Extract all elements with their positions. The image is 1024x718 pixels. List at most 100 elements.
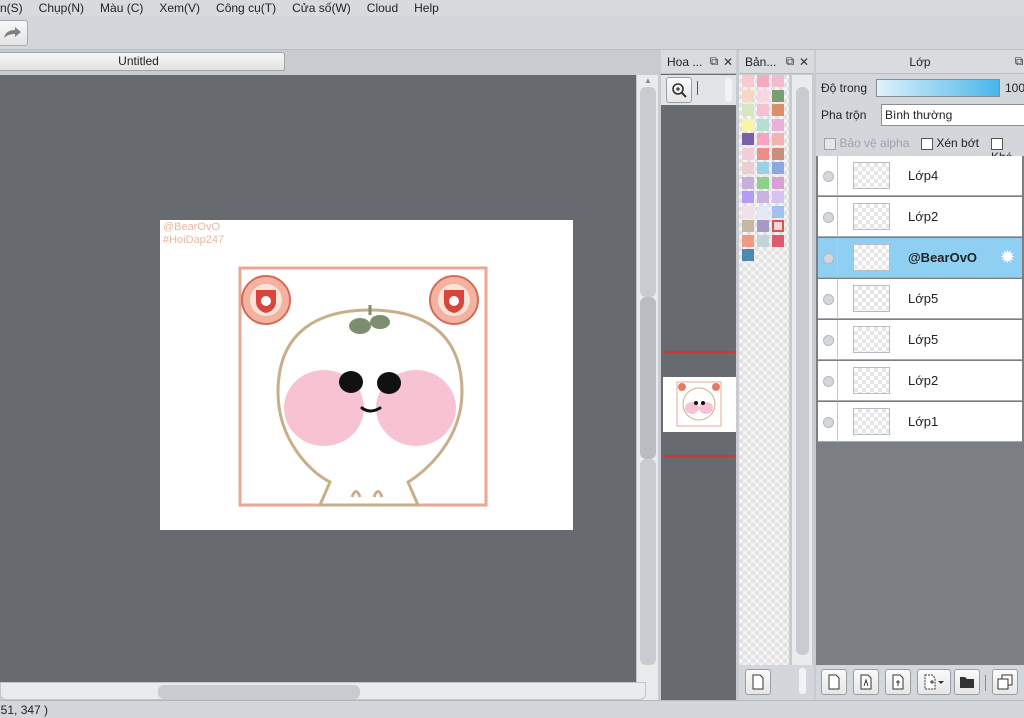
color-swatch[interactable] — [772, 220, 784, 232]
undock-icon[interactable]: ⧉ — [707, 54, 721, 69]
color-swatch[interactable] — [742, 118, 754, 131]
lock-checkbox[interactable] — [991, 137, 1003, 150]
undock-icon[interactable]: ⧉ — [783, 54, 797, 69]
color-swatch[interactable] — [757, 220, 769, 232]
clipping-checkbox[interactable] — [921, 137, 933, 150]
canvas-area[interactable]: @BearOvO #HoiDap247 — [0, 75, 636, 682]
menu-view[interactable]: Xem(V) — [151, 1, 208, 15]
close-icon[interactable]: ✕ — [721, 55, 735, 69]
color-swatch[interactable] — [742, 89, 754, 102]
color-swatch[interactable] — [772, 191, 784, 203]
layer-row-selected[interactable]: @BearOvO ✹ — [818, 238, 1022, 278]
color-swatch[interactable] — [742, 249, 754, 261]
menu-cloud[interactable]: Cloud — [359, 1, 406, 15]
layer-row[interactable]: Lớp5 — [818, 320, 1022, 360]
blend-mode-select[interactable]: Bình thường — [881, 104, 1024, 126]
swatch-footer-scrollbar[interactable] — [799, 668, 806, 694]
menu-capture[interactable]: Chụp(N) — [31, 1, 92, 15]
protect-alpha-checkbox[interactable] — [824, 137, 836, 150]
color-swatch[interactable] — [757, 191, 769, 203]
color-swatch[interactable] — [742, 104, 754, 116]
horizontal-scroll-thumb[interactable] — [158, 685, 360, 699]
canvas-horizontal-scrollbar[interactable] — [0, 682, 646, 700]
protect-alpha-option[interactable]: Bảo vệ alpha — [824, 136, 909, 150]
layer-row[interactable]: Lớp5 — [818, 279, 1022, 319]
visibility-icon[interactable] — [823, 417, 834, 428]
color-swatch[interactable] — [772, 75, 784, 87]
undock-icon[interactable]: ⧉ — [1012, 54, 1024, 69]
color-swatch[interactable] — [742, 147, 754, 160]
vertical-scroll-track-lower[interactable] — [640, 459, 656, 665]
layer-row[interactable]: Lớp2 — [818, 197, 1022, 237]
swatch-scrollbar[interactable] — [792, 75, 812, 665]
color-swatch[interactable] — [757, 89, 769, 102]
status-bar: 251, 347 ) — [0, 700, 1024, 718]
color-swatch[interactable] — [757, 118, 769, 131]
color-swatch[interactable] — [772, 162, 784, 174]
visibility-icon[interactable] — [823, 253, 834, 264]
visibility-icon[interactable] — [823, 294, 834, 305]
menu-selection[interactable]: n(S) — [0, 1, 31, 15]
menu-bar: n(S) Chụp(N) Màu (C) Xem(V) Công cụ(T) C… — [0, 0, 1024, 16]
color-swatch[interactable] — [772, 176, 784, 189]
color-swatch[interactable] — [772, 147, 784, 160]
color-swatch[interactable] — [757, 205, 769, 218]
redo-button[interactable] — [0, 20, 28, 46]
menu-color[interactable]: Màu (C) — [92, 1, 151, 15]
close-icon[interactable]: ✕ — [797, 55, 811, 69]
zoom-button[interactable] — [666, 77, 692, 103]
add-layer-menu-button[interactable] — [917, 669, 951, 695]
color-swatch[interactable] — [742, 220, 754, 232]
visibility-icon[interactable] — [823, 171, 834, 182]
color-swatch[interactable] — [742, 133, 754, 145]
color-swatch[interactable] — [742, 234, 754, 247]
color-swatch[interactable] — [757, 147, 769, 160]
visibility-icon[interactable] — [823, 376, 834, 387]
zoom-slider-marker[interactable] — [697, 81, 698, 95]
opacity-slider[interactable] — [876, 79, 1000, 97]
color-swatch[interactable] — [757, 234, 769, 247]
color-swatch[interactable] — [757, 75, 769, 87]
menu-help[interactable]: Help — [406, 1, 447, 15]
navigator-thumbnail[interactable] — [663, 377, 736, 432]
color-swatch[interactable] — [772, 89, 784, 102]
new-folder-layer-button[interactable] — [885, 669, 911, 695]
duplicate-layer-button[interactable] — [992, 669, 1018, 695]
layers-header: Lớp ⧉ — [816, 50, 1024, 74]
color-swatch[interactable] — [742, 191, 754, 203]
document-tab[interactable]: Untitled — [0, 52, 285, 71]
color-swatch[interactable] — [742, 162, 754, 174]
color-swatch[interactable] — [757, 176, 769, 189]
artwork-canvas[interactable]: @BearOvO #HoiDap247 — [160, 220, 573, 530]
menu-window[interactable]: Cửa số(W) — [284, 1, 359, 15]
color-swatch[interactable] — [772, 205, 784, 218]
color-swatch[interactable] — [757, 133, 769, 145]
vertical-scroll-track-upper[interactable] — [640, 87, 656, 297]
new-folder-button[interactable] — [954, 669, 980, 695]
color-swatch[interactable] — [772, 104, 784, 116]
canvas-vertical-scrollbar[interactable]: ▲ — [636, 75, 658, 700]
visibility-icon[interactable] — [823, 212, 834, 223]
color-swatch[interactable] — [772, 234, 784, 247]
navigator-scrollbar[interactable] — [725, 78, 732, 102]
layer-row[interactable]: Lớp4 — [818, 156, 1022, 196]
menu-tools[interactable]: Công cụ(T) — [208, 1, 284, 15]
color-swatch[interactable] — [742, 205, 754, 218]
color-swatch[interactable] — [742, 176, 754, 189]
color-swatch[interactable] — [772, 118, 784, 131]
color-swatch[interactable] — [742, 75, 754, 87]
clipping-option[interactable]: Xén bớt — [921, 136, 979, 150]
scroll-up-icon[interactable]: ▲ — [637, 75, 659, 85]
color-swatch[interactable] — [757, 104, 769, 116]
color-swatch[interactable] — [757, 162, 769, 174]
layer-row[interactable]: Lớp1 — [818, 402, 1022, 442]
swatch-scroll-thumb[interactable] — [796, 87, 809, 655]
layer-row[interactable]: Lớp2 — [818, 361, 1022, 401]
visibility-icon[interactable] — [823, 335, 834, 346]
vertical-scroll-thumb[interactable] — [640, 297, 656, 459]
gear-icon[interactable]: ✹ — [1000, 248, 1015, 266]
new-swatch-button[interactable] — [745, 669, 771, 695]
new-vector-layer-button[interactable] — [853, 669, 879, 695]
new-layer-button[interactable] — [821, 669, 847, 695]
color-swatch[interactable] — [772, 133, 784, 145]
